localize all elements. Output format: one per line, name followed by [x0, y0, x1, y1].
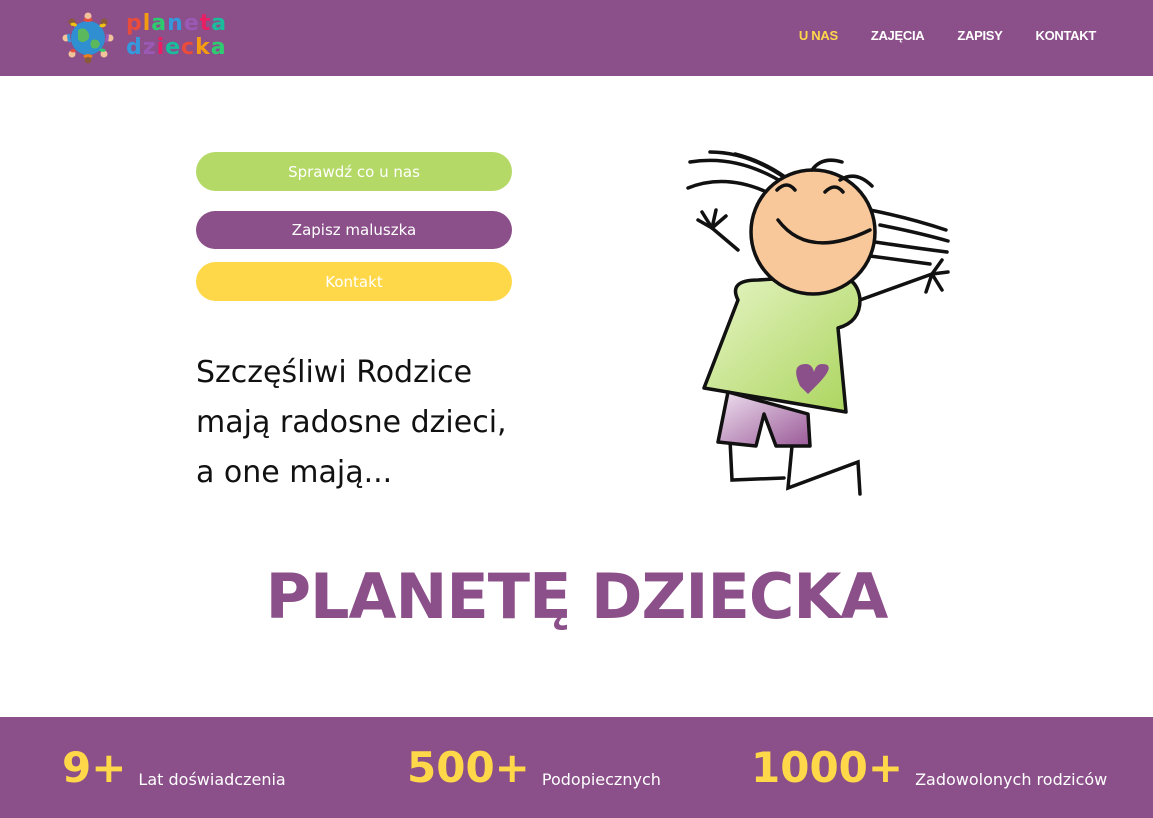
- main-nav: U NAS ZAJĘCIA ZAPISY KONTAKT: [799, 28, 1096, 43]
- nav-link-kontakt[interactable]: KONTAKT: [1036, 28, 1097, 43]
- site-header: planeta dziecka U NAS ZAJĘCIA ZAPISY KON…: [0, 0, 1153, 76]
- logo-text-line1: planeta: [126, 11, 228, 36]
- stat-label: Lat doświadczenia: [138, 770, 286, 789]
- stat-students: 500+ Podopiecznych: [407, 745, 661, 791]
- happy-child-illustration: [686, 150, 950, 496]
- nav-link-u-nas[interactable]: U NAS: [799, 28, 838, 43]
- stat-value: 500+: [407, 743, 530, 792]
- contact-button[interactable]: Kontakt: [196, 262, 512, 301]
- stat-value: 9+: [62, 743, 127, 792]
- globe-children-icon: [62, 12, 114, 64]
- enroll-child-button[interactable]: Zapisz maluszka: [196, 211, 512, 249]
- stat-value: 1000+: [751, 743, 904, 792]
- nav-link-zapisy[interactable]: ZAPISY: [957, 28, 1002, 43]
- site-logo[interactable]: planeta dziecka: [60, 10, 240, 66]
- hero-big-title: PLANETĘ DZIECKA: [265, 560, 889, 633]
- stat-parents: 1000+ Zadowolonych rodziców: [751, 745, 1107, 791]
- tagline-line: Szczęśliwi Rodzice: [196, 355, 473, 390]
- stat-label: Zadowolonych rodziców: [915, 770, 1108, 789]
- hero-tagline: Szczęśliwi Rodzice mają radosne dzieci, …: [196, 348, 556, 498]
- check-us-button[interactable]: Sprawdź co u nas: [196, 152, 512, 191]
- tagline-line: mają radosne dzieci,: [196, 405, 507, 440]
- nav-link-zajecia[interactable]: ZAJĘCIA: [871, 28, 925, 43]
- tagline-line: a one mają...: [196, 455, 393, 490]
- logo-text-line2: dziecka: [126, 35, 227, 60]
- stat-label: Podopiecznych: [541, 770, 661, 789]
- stats-bar: 9+ Lat doświadczenia 500+ Podopiecznych …: [0, 717, 1153, 818]
- stat-experience: 9+ Lat doświadczenia: [62, 745, 286, 791]
